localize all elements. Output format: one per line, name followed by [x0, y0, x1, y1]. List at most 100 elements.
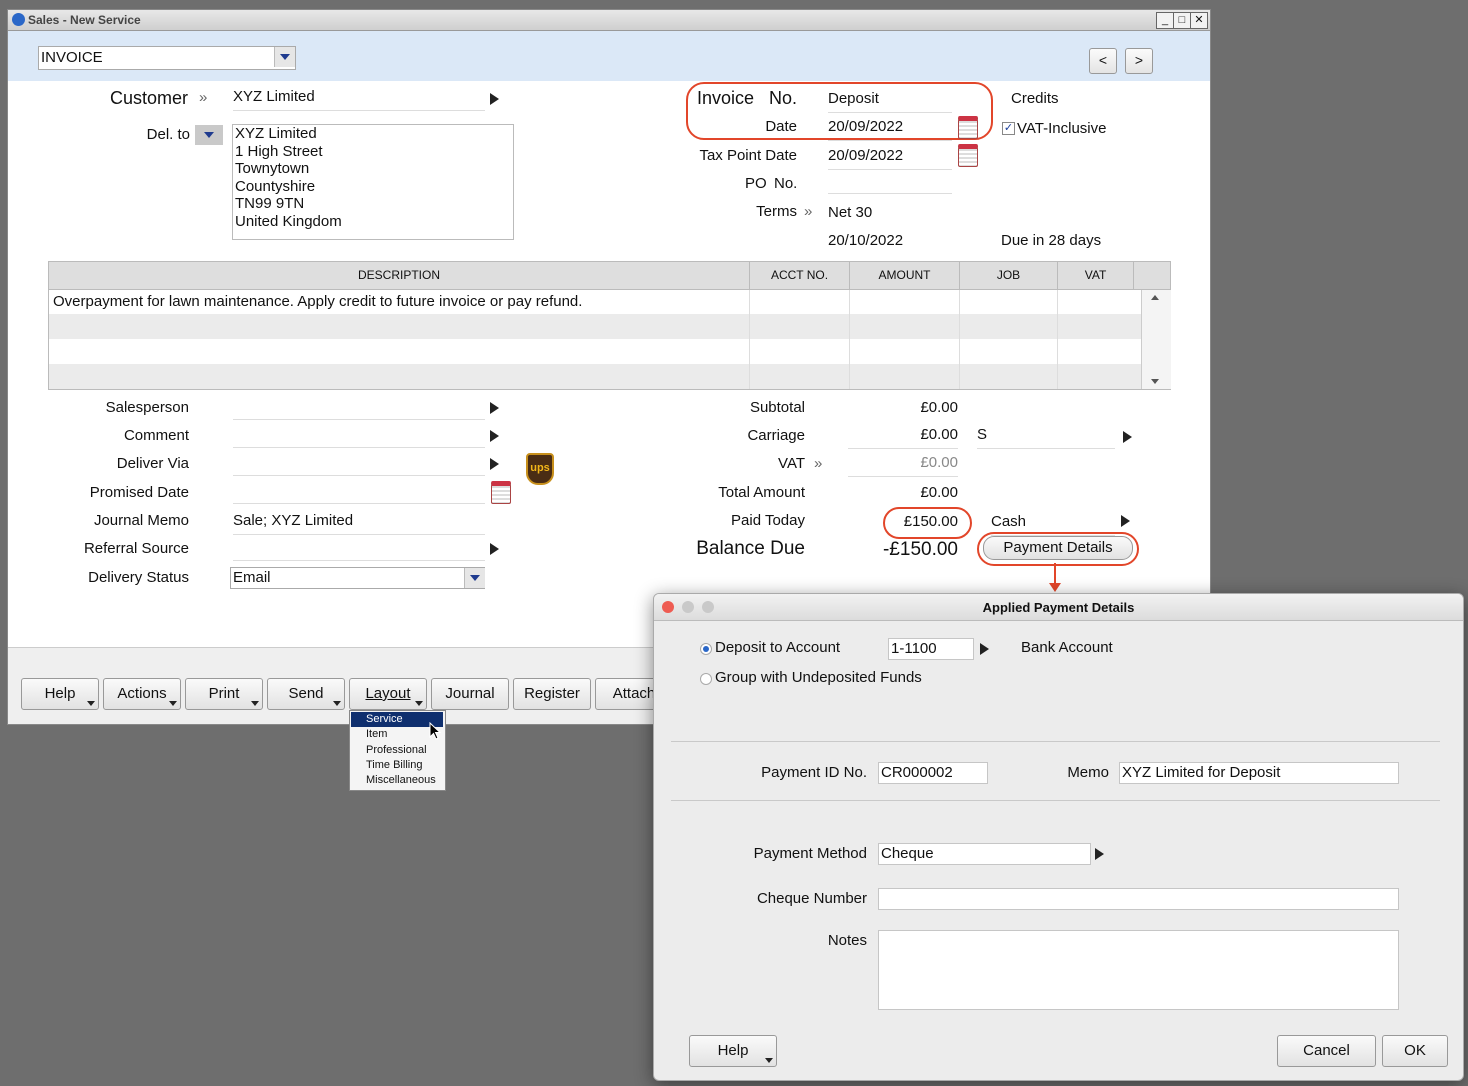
salesperson-field[interactable] — [233, 397, 485, 420]
next-record-button[interactable]: > — [1125, 48, 1153, 74]
customer-field[interactable]: XYZ Limited — [233, 88, 485, 111]
cheque-number-field[interactable] — [878, 888, 1399, 910]
address-line: United Kingdom — [235, 212, 342, 230]
chevron-down-icon — [415, 701, 423, 706]
del-to-dropdown[interactable] — [195, 125, 223, 145]
payment-method-arrow-icon[interactable] — [1121, 515, 1130, 527]
address-box[interactable]: XYZ Limited 1 High Street Townytown Coun… — [232, 124, 514, 240]
col-job[interactable]: JOB — [960, 262, 1058, 289]
chevron-down-icon — [87, 701, 95, 706]
send-button-label: Send — [288, 685, 324, 702]
table-row[interactable] — [49, 339, 1141, 364]
deliver-via-field[interactable] — [233, 453, 485, 476]
chevron-double-right-icon[interactable]: » — [199, 89, 207, 106]
help-button[interactable]: Help — [21, 678, 99, 710]
calendar-icon[interactable] — [958, 116, 978, 139]
table-row[interactable]: Overpayment for lawn maintenance. Apply … — [49, 290, 1141, 314]
close-icon[interactable]: ✕ — [1190, 12, 1208, 29]
menu-item-miscellaneous[interactable]: Miscellaneous — [351, 773, 443, 788]
dialog-titlebar[interactable]: Applied Payment Details — [654, 594, 1463, 621]
group-undeposited-radio[interactable] — [700, 673, 712, 685]
ups-logo-icon[interactable]: ups — [526, 453, 554, 485]
memo-field[interactable]: XYZ Limited for Deposit — [1119, 762, 1399, 784]
grid-scrollbar[interactable] — [1141, 290, 1171, 389]
deliver-via-arrow-icon[interactable] — [490, 458, 499, 470]
promised-date-field[interactable] — [233, 481, 485, 504]
delivery-status-select[interactable]: Email — [230, 567, 485, 589]
col-amount[interactable]: AMOUNT — [850, 262, 960, 289]
register-button[interactable]: Register — [513, 678, 591, 710]
carriage-tax-arrow-icon[interactable] — [1123, 431, 1132, 443]
col-divider — [749, 290, 750, 389]
due-date-value: 20/10/2022 — [828, 232, 904, 249]
referral-source-arrow-icon[interactable] — [490, 543, 499, 555]
table-row[interactable] — [49, 364, 1141, 389]
po-no-field[interactable] — [828, 171, 952, 194]
carriage-field[interactable]: £0.00 — [848, 426, 958, 449]
cheque-number-label: Cheque Number — [756, 890, 867, 907]
form-type-select[interactable]: INVOICE — [38, 46, 296, 70]
chevron-double-right-icon[interactable]: » — [804, 203, 812, 220]
salesperson-arrow-icon[interactable] — [490, 402, 499, 414]
minimize-icon[interactable]: _ — [1156, 12, 1174, 29]
chevron-down-icon[interactable] — [464, 568, 485, 588]
send-button[interactable]: Send — [267, 678, 345, 710]
layout-button[interactable]: Layout — [349, 678, 427, 710]
print-button[interactable]: Print — [185, 678, 263, 710]
vat-field: £0.00 — [848, 454, 958, 477]
paid-today-field[interactable]: £150.00 — [848, 513, 958, 530]
deposit-account-arrow-icon[interactable] — [980, 643, 989, 655]
ok-button[interactable]: OK — [1382, 1035, 1448, 1067]
credits-label[interactable]: Credits — [1011, 90, 1059, 107]
journal-button[interactable]: Journal — [431, 678, 509, 710]
notes-field[interactable] — [878, 930, 1399, 1010]
table-row[interactable] — [49, 314, 1141, 339]
address-line: Townytown — [235, 160, 310, 177]
account-name: Bank Account — [1021, 639, 1113, 656]
referral-source-field[interactable] — [233, 538, 485, 561]
print-button-label: Print — [208, 685, 240, 702]
tax-point-field[interactable]: 20/09/2022 — [828, 147, 952, 170]
menu-item-professional[interactable]: Professional — [351, 743, 443, 758]
calendar-icon[interactable] — [958, 144, 978, 167]
calendar-icon[interactable] — [491, 481, 511, 504]
balance-due-label: Balance Due — [696, 538, 805, 559]
window-titlebar[interactable]: Sales - New Service _ □ ✕ — [8, 10, 1210, 31]
scroll-up-icon[interactable] — [1151, 295, 1159, 300]
comment-arrow-icon[interactable] — [490, 430, 499, 442]
col-acct-no[interactable]: ACCT NO. — [750, 262, 850, 289]
del-to-label: Del. to — [146, 126, 190, 143]
subtotal-value: £0.00 — [920, 399, 958, 416]
date-field[interactable]: 20/09/2022 — [828, 118, 952, 141]
group-undeposited-label: Group with Undeposited Funds — [715, 669, 922, 686]
cancel-button[interactable]: Cancel — [1277, 1035, 1376, 1067]
payment-method-field[interactable]: Cheque — [878, 843, 1091, 865]
dialog-help-button[interactable]: Help — [689, 1035, 777, 1067]
journal-memo-field[interactable]: Sale; XYZ Limited — [233, 512, 485, 535]
chevron-down-icon[interactable] — [274, 47, 295, 67]
carriage-tax-field[interactable]: S — [977, 426, 1115, 449]
col-vat[interactable]: VAT — [1058, 262, 1134, 289]
chevron-double-right-icon[interactable]: » — [814, 455, 822, 472]
menu-item-time-billing[interactable]: Time Billing — [351, 758, 443, 773]
payment-id-field[interactable]: CR000002 — [878, 762, 988, 784]
invoice-no-field[interactable]: Deposit — [828, 90, 952, 113]
payment-details-button[interactable]: Payment Details — [983, 536, 1133, 560]
maximize-icon[interactable]: □ — [1173, 12, 1191, 29]
payment-id-label: Payment ID No. — [761, 764, 867, 781]
scroll-down-icon[interactable] — [1151, 379, 1159, 384]
customer-label: Customer — [109, 88, 188, 108]
invoice-no-label: No. — [769, 88, 798, 108]
col-description[interactable]: DESCRIPTION — [49, 262, 750, 289]
callout-line — [1054, 563, 1056, 585]
actions-button[interactable]: Actions — [103, 678, 181, 710]
customer-arrow-icon[interactable] — [490, 93, 499, 105]
vat-inclusive-checkbox[interactable]: ✓ — [1002, 122, 1015, 135]
total-amount-value: £0.00 — [920, 484, 958, 501]
comment-field[interactable] — [233, 425, 485, 448]
address-line: XYZ Limited — [235, 125, 317, 142]
deposit-to-account-radio[interactable] — [700, 643, 712, 655]
deposit-account-field[interactable]: 1-1100 — [888, 638, 974, 660]
payment-method-arrow-icon[interactable] — [1095, 848, 1104, 860]
prev-record-button[interactable]: < — [1089, 48, 1117, 74]
